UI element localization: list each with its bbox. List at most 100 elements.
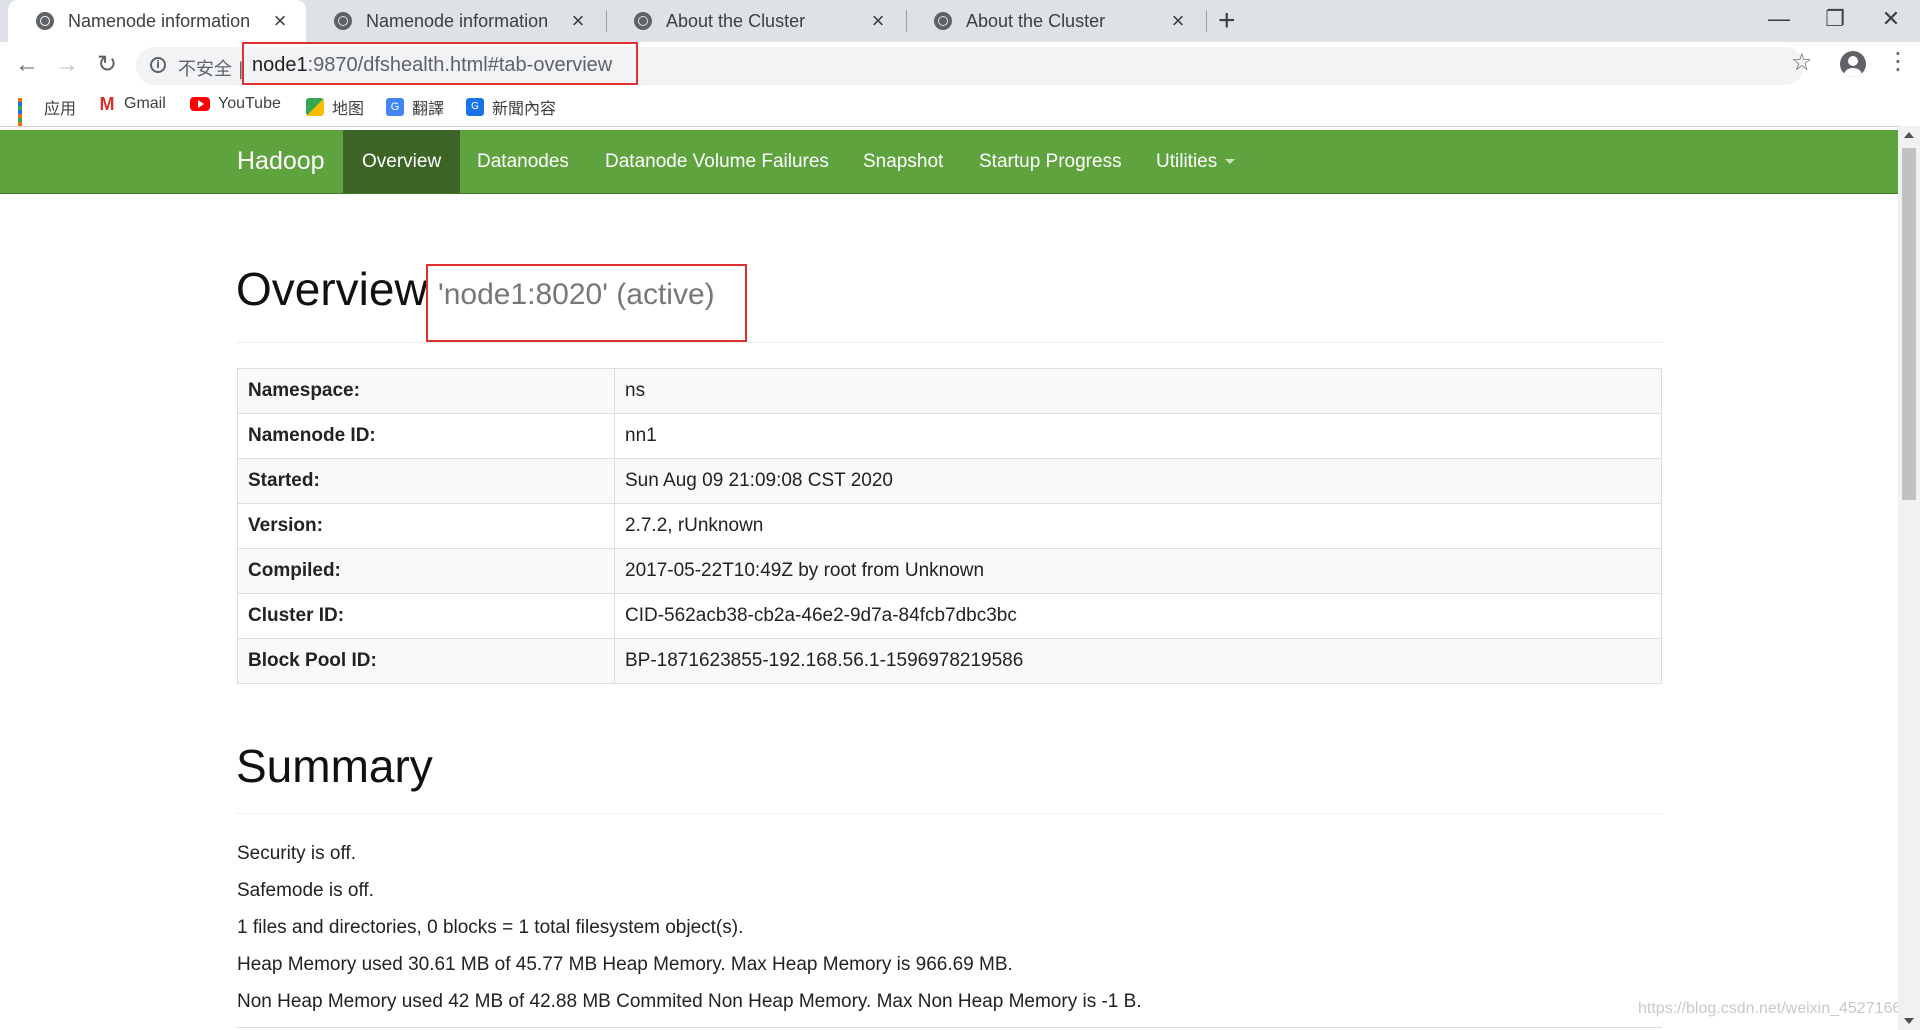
browser-tab[interactable]: About the Cluster ×: [606, 0, 904, 42]
bookmark-label: 新聞內容: [492, 101, 557, 118]
row-key: Block Pool ID:: [237, 638, 615, 684]
nav-overview[interactable]: Overview: [343, 130, 461, 193]
summary-line: Security is off.: [237, 843, 356, 864]
bookmark-youtube[interactable]: YouTube: [190, 95, 281, 113]
close-window-button[interactable]: ✕: [1862, 0, 1920, 38]
summary-line: 1 files and directories, 0 blocks = 1 to…: [237, 917, 744, 938]
tab-title: Namenode information: [366, 10, 549, 31]
tab-separator: [1206, 10, 1207, 32]
globe-icon: [634, 12, 652, 30]
table-row: Block Pool ID: BP-1871623855-192.168.56.1…: [237, 638, 1662, 684]
forward-button[interactable]: →: [50, 48, 84, 82]
row-value: 2017-05-22T10:49Z by root from Unknown: [614, 548, 1662, 594]
row-key: Namenode ID:: [237, 413, 615, 459]
browser-tab[interactable]: About the Cluster ×: [906, 0, 1204, 42]
summary-line: Non Heap Memory used 42 MB of 42.88 MB C…: [237, 991, 1142, 1012]
bookmark-label: 地图: [332, 101, 365, 118]
row-key: Namespace:: [237, 368, 615, 414]
nav-snapshot[interactable]: Snapshot: [844, 130, 962, 193]
tab-title: About the Cluster: [966, 10, 1106, 31]
more-menu-icon[interactable]: ⋮: [1886, 47, 1910, 77]
browser-tab[interactable]: Namenode information ×: [306, 0, 604, 42]
translate-icon: G: [386, 98, 404, 116]
close-tab-icon[interactable]: ×: [566, 8, 590, 34]
bookmark-gmail[interactable]: M Gmail: [98, 95, 166, 113]
summary-line: Safemode is off.: [237, 880, 374, 901]
bookmark-news[interactable]: G 新聞內容: [466, 95, 556, 119]
scroll-down-arrow-icon[interactable]: [1904, 1018, 1914, 1024]
row-value: BP-1871623855-192.168.56.1-1596978219586: [614, 638, 1662, 684]
browser-tab-strip: Namenode information × Namenode informat…: [0, 0, 1920, 42]
nav-datanodes[interactable]: Datanodes: [458, 130, 588, 193]
overview-heading: Overview: [236, 263, 428, 315]
profile-avatar-icon[interactable]: [1840, 51, 1866, 77]
browser-toolbar: ← → ↻ i 不安全 | node1:9870/dfshealth.html#…: [0, 42, 1920, 88]
table-row: Version: 2.7.2, rUnknown: [237, 503, 1662, 549]
hadoop-navbar: Hadoop Overview Datanodes Datanode Volum…: [0, 130, 1898, 194]
row-key: Started:: [237, 458, 615, 504]
nav-datanode-volume-failures[interactable]: Datanode Volume Failures: [586, 130, 848, 193]
new-tab-button[interactable]: +: [1218, 4, 1236, 38]
globe-icon: [334, 12, 352, 30]
row-value: Sun Aug 09 21:09:08 CST 2020: [614, 458, 1662, 504]
page-scrollbar[interactable]: [1898, 126, 1920, 1030]
tab-title: About the Cluster: [666, 10, 806, 31]
gmail-icon: M: [99, 94, 115, 114]
nav-utilities-dropdown[interactable]: Utilities: [1137, 130, 1254, 193]
heading-divider: [237, 342, 1662, 343]
bookmark-translate[interactable]: G 翻譯: [386, 95, 444, 119]
watermark-text: https://blog.csdn.net/weixin_45271668: [1638, 1000, 1911, 1017]
browser-tab[interactable]: Namenode information ×: [8, 0, 306, 42]
row-key: Compiled:: [237, 548, 615, 594]
minimize-button[interactable]: —: [1750, 0, 1808, 38]
back-button[interactable]: ←: [10, 48, 44, 82]
bookmark-label: YouTube: [218, 95, 281, 112]
bookmarks-bar: 应用 M Gmail YouTube 地图 G 翻譯 G 新聞內容: [0, 88, 1920, 134]
url-path: :9870/dfshealth.html#tab-overview: [307, 54, 613, 76]
info-icon[interactable]: i: [150, 57, 166, 73]
caret-down-icon: [1225, 159, 1236, 165]
maps-icon: [306, 98, 324, 116]
reload-button[interactable]: ↻: [90, 48, 124, 82]
table-row: Namenode ID: nn1: [237, 413, 1662, 459]
annotation-highlight-box: [426, 264, 747, 342]
overview-table: Namespace: ns Namenode ID: nn1 Started: Sun A…: [237, 368, 1662, 684]
close-tab-icon[interactable]: ×: [866, 8, 890, 34]
bookmark-maps[interactable]: 地图: [306, 95, 364, 119]
news-icon: G: [466, 98, 484, 116]
row-value: CID-562acb38-cb2a-46e2-9d7a-84fcb7dbc3bc: [614, 593, 1662, 639]
bookmark-label: 翻譯: [412, 101, 445, 118]
security-label: 不安全: [178, 59, 232, 80]
section-divider: [237, 1027, 1662, 1028]
bookmark-apps[interactable]: 应用: [18, 95, 76, 134]
row-value: ns: [614, 368, 1662, 414]
nav-startup-progress[interactable]: Startup Progress: [960, 130, 1141, 193]
row-key: Cluster ID:: [237, 593, 615, 639]
table-row: Compiled: 2017-05-22T10:49Z by root from …: [237, 548, 1662, 594]
youtube-icon: [190, 97, 210, 111]
url-host: node1: [252, 54, 308, 76]
scrollbar-thumb[interactable]: [1902, 148, 1916, 500]
globe-icon: [934, 12, 952, 30]
address-bar[interactable]: i 不安全 | node1:9870/dfshealth.html#tab-ov…: [136, 42, 1804, 85]
close-tab-icon[interactable]: ×: [268, 8, 292, 34]
heading-divider: [237, 813, 1662, 814]
table-row: Started: Sun Aug 09 21:09:08 CST 2020: [237, 458, 1662, 504]
bookmark-star-icon[interactable]: ☆: [1791, 48, 1813, 77]
page-viewport: Hadoop Overview Datanodes Datanode Volum…: [0, 126, 1920, 1030]
close-tab-icon[interactable]: ×: [1166, 8, 1190, 34]
scroll-up-arrow-icon[interactable]: [1904, 132, 1914, 138]
globe-icon: [36, 12, 54, 30]
tab-title: Namenode information: [68, 10, 251, 31]
brand-link[interactable]: Hadoop: [237, 130, 325, 193]
row-key: Version:: [237, 503, 615, 549]
restore-button[interactable]: ❐: [1806, 0, 1864, 38]
url-text[interactable]: node1:9870/dfshealth.html#tab-overview: [252, 54, 612, 77]
table-row: Namespace: ns: [237, 368, 1662, 414]
apps-grid-icon: [18, 98, 36, 134]
row-value: nn1: [614, 413, 1662, 459]
row-value: 2.7.2, rUnknown: [614, 503, 1662, 549]
nav-utilities-label: Utilities: [1156, 151, 1218, 172]
bookmark-label: Gmail: [124, 95, 166, 112]
security-status[interactable]: 不安全 |: [178, 55, 244, 81]
